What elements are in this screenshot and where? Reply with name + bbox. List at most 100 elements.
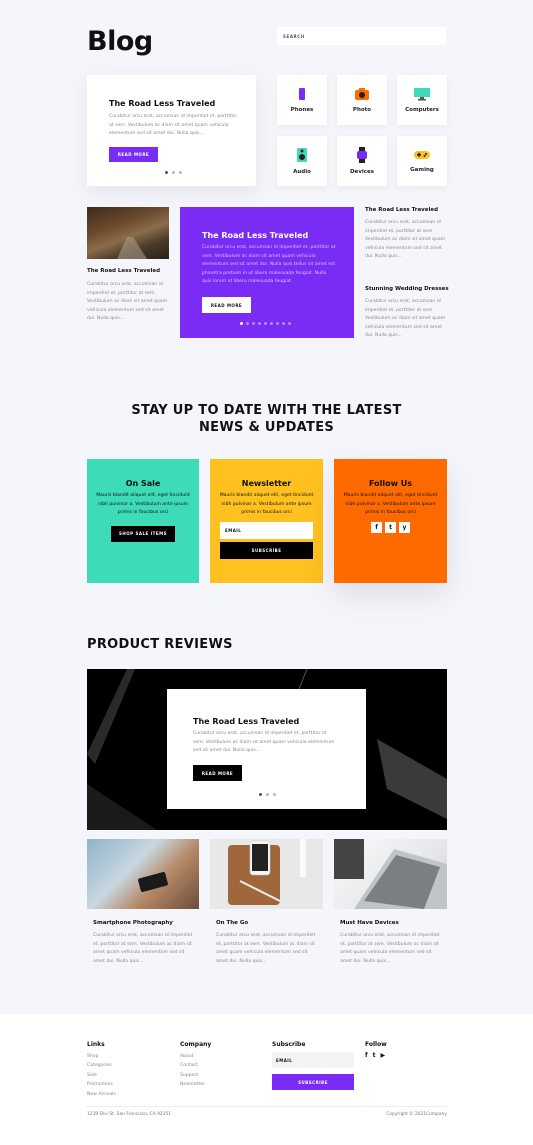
newsletter-email-field[interactable]: EMAIL <box>220 521 313 539</box>
reviews-hero-dots <box>259 793 276 796</box>
category-label: Computers <box>405 107 439 113</box>
hero-slider-title: The Road Less Traveled <box>109 99 216 108</box>
watch-icon <box>357 147 367 163</box>
review-card-title-1[interactable]: Smartphone Photography <box>93 920 173 926</box>
featured-right-text-2: Curabitur arcu erat, accumsan id imperdi… <box>365 299 446 339</box>
footer-address: 1239 Divi St. San Francisco, CA 92351 <box>87 1112 172 1117</box>
on-sale-title: On Sale <box>125 479 161 488</box>
slider-dot[interactable] <box>259 793 262 796</box>
featured-left-title[interactable]: The Road Less Traveled <box>87 268 160 274</box>
youtube-icon[interactable]: ▶ <box>381 1052 386 1059</box>
twitter-icon[interactable]: t <box>385 521 396 533</box>
featured-center-card: The Road Less Traveled Curabitur arcu er… <box>180 207 354 338</box>
category-label: Devices <box>349 169 375 175</box>
page-title: Blog <box>87 26 153 57</box>
footer-company-list: About Contact Support Newsletter <box>180 1052 205 1090</box>
featured-right-title-2[interactable]: Stunning Wedding Dresses <box>365 286 449 292</box>
footer-link[interactable]: Contact <box>180 1061 205 1070</box>
facebook-icon[interactable]: f <box>371 521 382 533</box>
slider-dot[interactable] <box>276 322 279 325</box>
review-card-text-2: Curabitur arcu erat, accumsan id imperdi… <box>216 933 316 964</box>
hero-slider-text: Curabitur arcu erat, accumsan id imperdi… <box>109 114 237 137</box>
review-card-text-1: Curabitur arcu erat, accumsan id imperdi… <box>93 933 193 964</box>
footer-link[interactable]: Newsletter <box>180 1080 205 1089</box>
shop-sale-items-button[interactable]: SHOP SALE ITEMS <box>111 525 175 542</box>
category-gaming[interactable]: Gaming <box>397 136 447 186</box>
on-sale-text: Mauris blandit aliquet elit, eget tincid… <box>96 493 190 516</box>
newsletter-text: Mauris blandit aliquet elit, eget tincid… <box>219 493 314 516</box>
twitter-icon[interactable]: t <box>373 1052 376 1059</box>
newsletter-heading: STAY UP TO DATE WITH THE LATEST NEWS & U… <box>0 402 533 436</box>
slider-dot[interactable] <box>252 322 255 325</box>
review-card-image-1[interactable] <box>87 839 199 909</box>
footer-links-list: Shop Categories Sale Promotions New Arri… <box>87 1052 116 1099</box>
search-placeholder: SEARCH <box>283 33 305 39</box>
footer-email-field[interactable]: EMAIL <box>272 1052 354 1068</box>
hero-slider-read-more-button[interactable]: READ MORE <box>109 147 158 162</box>
follow-title: Follow Us <box>368 479 413 488</box>
search-input[interactable]: SEARCH <box>277 27 446 45</box>
category-devices[interactable]: Devices <box>337 136 387 186</box>
phone-icon <box>299 88 305 100</box>
footer-link[interactable]: Promotions <box>87 1080 116 1089</box>
laptop-keyboard-image <box>334 839 447 909</box>
footer-link[interactable]: Support <box>180 1071 205 1080</box>
featured-center-read-more-button[interactable]: READ MORE <box>202 297 251 313</box>
featured-right-title-1[interactable]: The Road Less Traveled <box>365 207 438 213</box>
footer-link[interactable]: Categories <box>87 1061 116 1070</box>
category-photo[interactable]: Photo <box>337 75 387 125</box>
footer-email-placeholder: EMAIL <box>276 1057 293 1063</box>
review-card-title-3[interactable]: Must Have Devices <box>340 920 399 926</box>
slider-dot[interactable] <box>266 793 269 796</box>
forest-road-image <box>117 237 147 259</box>
reviews-hero-title[interactable]: The Road Less Traveled <box>193 717 299 726</box>
category-computers[interactable]: Computers <box>397 75 447 125</box>
category-audio[interactable]: Audio <box>277 136 327 186</box>
slider-dot[interactable] <box>258 322 261 325</box>
facebook-icon[interactable]: f <box>365 1052 368 1059</box>
review-card-image-3[interactable] <box>334 839 447 909</box>
follow-card: Follow Us Mauris blandit aliquet elit, e… <box>334 459 447 583</box>
slider-dot[interactable] <box>179 171 182 174</box>
slider-dot[interactable] <box>240 322 243 325</box>
footer-link[interactable]: Sale <box>87 1071 116 1080</box>
reviews-hero-read-more-button[interactable]: READ MORE <box>193 765 242 781</box>
featured-right-text-1: Curabitur arcu erat, accumsan id imperdi… <box>365 220 446 260</box>
footer-social-icons: f t ▶ <box>365 1052 385 1059</box>
footer-link[interactable]: About <box>180 1052 205 1061</box>
newsletter-title: Newsletter <box>241 479 292 488</box>
speaker-icon <box>297 148 307 162</box>
footer-subscribe-button[interactable]: SUBSCRIBE <box>272 1074 354 1090</box>
featured-left-text: Curabitur arcu erat, accumsan id imperdi… <box>87 282 168 322</box>
footer-link[interactable]: New Arrivals <box>87 1090 116 1099</box>
category-label: Phones <box>290 107 314 113</box>
slider-dot[interactable] <box>270 322 273 325</box>
gamepad-icon <box>414 151 430 159</box>
category-phones[interactable]: Phones <box>277 75 327 125</box>
slider-dot[interactable] <box>288 322 291 325</box>
featured-center-text: Curabitur arcu erat, accumsan id imperdi… <box>202 245 336 285</box>
review-card-text-3: Curabitur arcu erat, accumsan id imperdi… <box>340 933 440 964</box>
slider-dot[interactable] <box>273 793 276 796</box>
reviews-heading: PRODUCT REVIEWS <box>87 637 233 652</box>
hands-phone-image <box>138 872 168 892</box>
slider-dot[interactable] <box>264 322 267 325</box>
youtube-icon[interactable]: y <box>399 521 410 533</box>
footer-link[interactable]: Shop <box>87 1052 116 1061</box>
newsletter-card: Newsletter Mauris blandit aliquet elit, … <box>210 459 323 583</box>
featured-center-title[interactable]: The Road Less Traveled <box>202 231 308 240</box>
slider-dot[interactable] <box>165 171 168 174</box>
hero-slider: The Road Less Traveled Curabitur arcu er… <box>87 75 256 186</box>
featured-left-image[interactable] <box>87 207 169 259</box>
follow-text: Mauris blandit aliquet elit, eget tincid… <box>343 493 438 516</box>
subscribe-button[interactable]: SUBSCRIBE <box>220 541 313 559</box>
slider-dot[interactable] <box>172 171 175 174</box>
reviews-hero-text: Curabitur arcu erat, accumsan id imperdi… <box>193 731 335 754</box>
category-label: Gaming <box>410 167 434 173</box>
camera-icon <box>355 88 369 100</box>
slider-dot[interactable] <box>246 322 249 325</box>
footer-follow-title: Follow <box>365 1041 387 1048</box>
review-card-title-2[interactable]: On The Go <box>216 920 248 926</box>
review-card-image-2[interactable] <box>210 839 323 909</box>
slider-dot[interactable] <box>282 322 285 325</box>
